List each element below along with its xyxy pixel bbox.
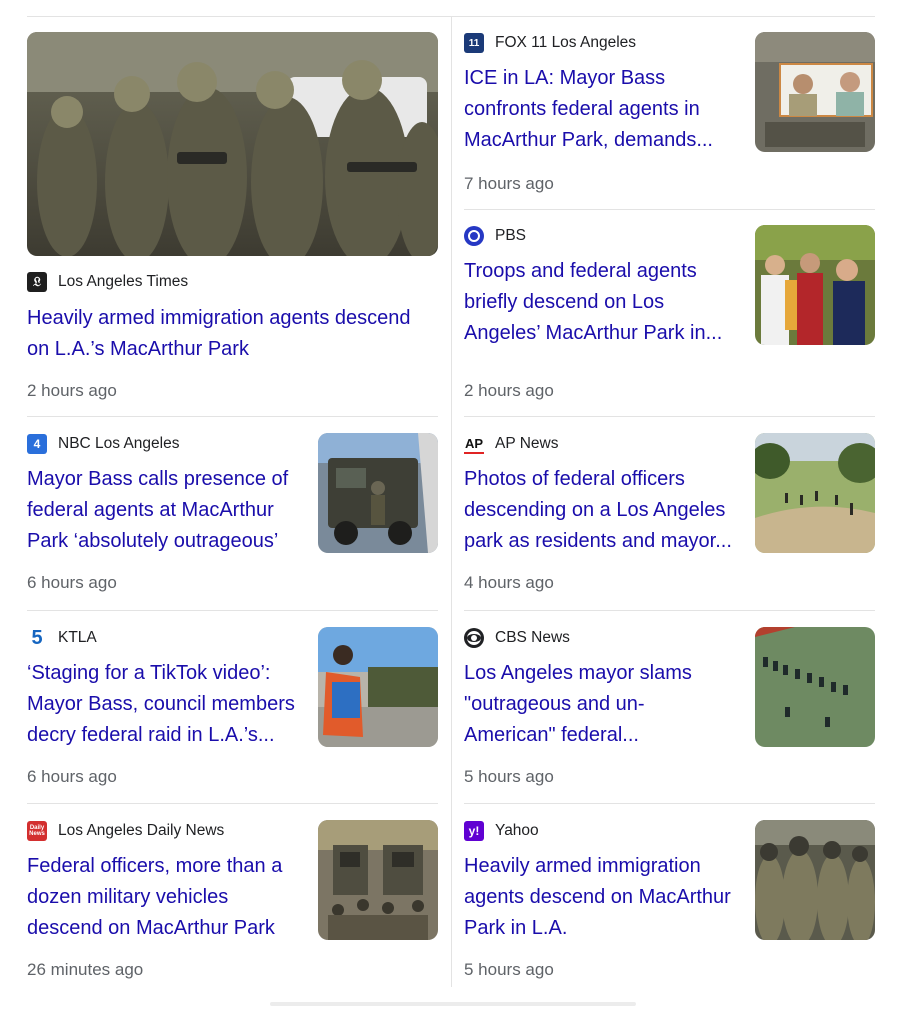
headline[interactable]: Heavily armed immigration agents descend… <box>27 303 438 365</box>
field-formation-photo <box>755 627 875 747</box>
headline[interactable]: Troops and federal agents briefly descen… <box>464 256 739 349</box>
source-name: FOX 11 Los Angeles <box>495 34 637 51</box>
park-overview-photo <box>755 433 875 553</box>
source-name: Los Angeles Daily News <box>58 822 225 839</box>
aerial-news-photo <box>755 32 875 152</box>
news-card-ktla[interactable]: 5 KTLA ‘Staging for a TikTok video’: May… <box>27 627 438 792</box>
card-divider <box>464 209 875 210</box>
card-divider <box>27 416 438 417</box>
fox11-logo-icon: 11 <box>464 33 484 53</box>
headline[interactable]: ‘Staging for a TikTok video’: Mayor Bass… <box>27 658 312 751</box>
headline[interactable]: Federal officers, more than a dozen mili… <box>27 851 302 944</box>
card-divider <box>27 803 438 804</box>
protest-crowd-photo <box>755 225 875 345</box>
headline[interactable]: Mayor Bass calls presence of federal age… <box>27 464 307 557</box>
news-card-nbc-la[interactable]: 4 NBC Los Angeles Mayor Bass calls prese… <box>27 433 438 598</box>
pbs-logo-icon <box>464 226 484 246</box>
timestamp: 4 hours ago <box>464 573 554 592</box>
card-divider <box>464 416 875 417</box>
timestamp: 2 hours ago <box>464 381 554 400</box>
card-divider <box>464 610 875 611</box>
news-card-la-daily-news[interactable]: Daily News Los Angeles Daily News Federa… <box>27 820 438 985</box>
news-card-pbs[interactable]: PBS Troops and federal agents briefly de… <box>464 225 875 403</box>
military-convoy-photo <box>318 820 438 940</box>
headline[interactable]: ICE in LA: Mayor Bass confronts federal … <box>464 63 734 156</box>
timestamp: 7 hours ago <box>464 174 554 193</box>
headline[interactable]: Los Angeles mayor slams "outrageous and … <box>464 658 734 751</box>
source-name: CBS News <box>495 629 570 646</box>
card-divider <box>464 803 875 804</box>
yahoo-logo-icon: y! <box>464 821 484 841</box>
timestamp: 5 hours ago <box>464 767 554 786</box>
news-card-ap-news[interactable]: AP AP News Photos of federal officers de… <box>464 433 875 598</box>
source-name: Yahoo <box>495 822 539 839</box>
news-card-la-times[interactable]: 𝔏 Los Angeles Times Heavily armed immigr… <box>27 32 438 410</box>
source-name: Los Angeles Times <box>58 273 189 290</box>
source-name: KTLA <box>58 629 97 646</box>
source-name: PBS <box>495 227 527 244</box>
military-vehicle-photo <box>318 433 438 553</box>
ktla-logo-icon: 5 <box>31 628 43 648</box>
timestamp: 6 hours ago <box>27 767 117 786</box>
daily-news-logo-icon: Daily News <box>27 821 47 841</box>
card-divider <box>27 610 438 611</box>
ap-logo-icon: AP <box>464 435 484 454</box>
timestamp: 26 minutes ago <box>27 960 144 979</box>
source-name: AP News <box>495 435 559 452</box>
la-times-logo-icon: 𝔏 <box>27 272 47 292</box>
nbc-la-logo-icon: 4 <box>27 434 47 454</box>
tactical-team-photo <box>755 820 875 940</box>
news-card-cbs-news[interactable]: CBS News Los Angeles mayor slams "outrag… <box>464 627 875 792</box>
armed-agents-photo <box>27 32 438 256</box>
protester-sign-photo <box>318 627 438 747</box>
news-card-yahoo[interactable]: y! Yahoo Heavily armed immigration agent… <box>464 820 875 985</box>
headline[interactable]: Photos of federal officers descending on… <box>464 464 744 557</box>
column-divider <box>451 17 452 987</box>
news-card-fox11[interactable]: 11 FOX 11 Los Angeles ICE in LA: Mayor B… <box>464 32 875 200</box>
headline[interactable]: Heavily armed immigration agents descend… <box>464 851 734 944</box>
source-name: NBC Los Angeles <box>58 435 180 452</box>
scroll-handle[interactable] <box>270 1002 636 1006</box>
timestamp: 6 hours ago <box>27 573 117 592</box>
timestamp: 2 hours ago <box>27 381 117 400</box>
cbs-logo-icon <box>464 628 484 648</box>
timestamp: 5 hours ago <box>464 960 554 979</box>
